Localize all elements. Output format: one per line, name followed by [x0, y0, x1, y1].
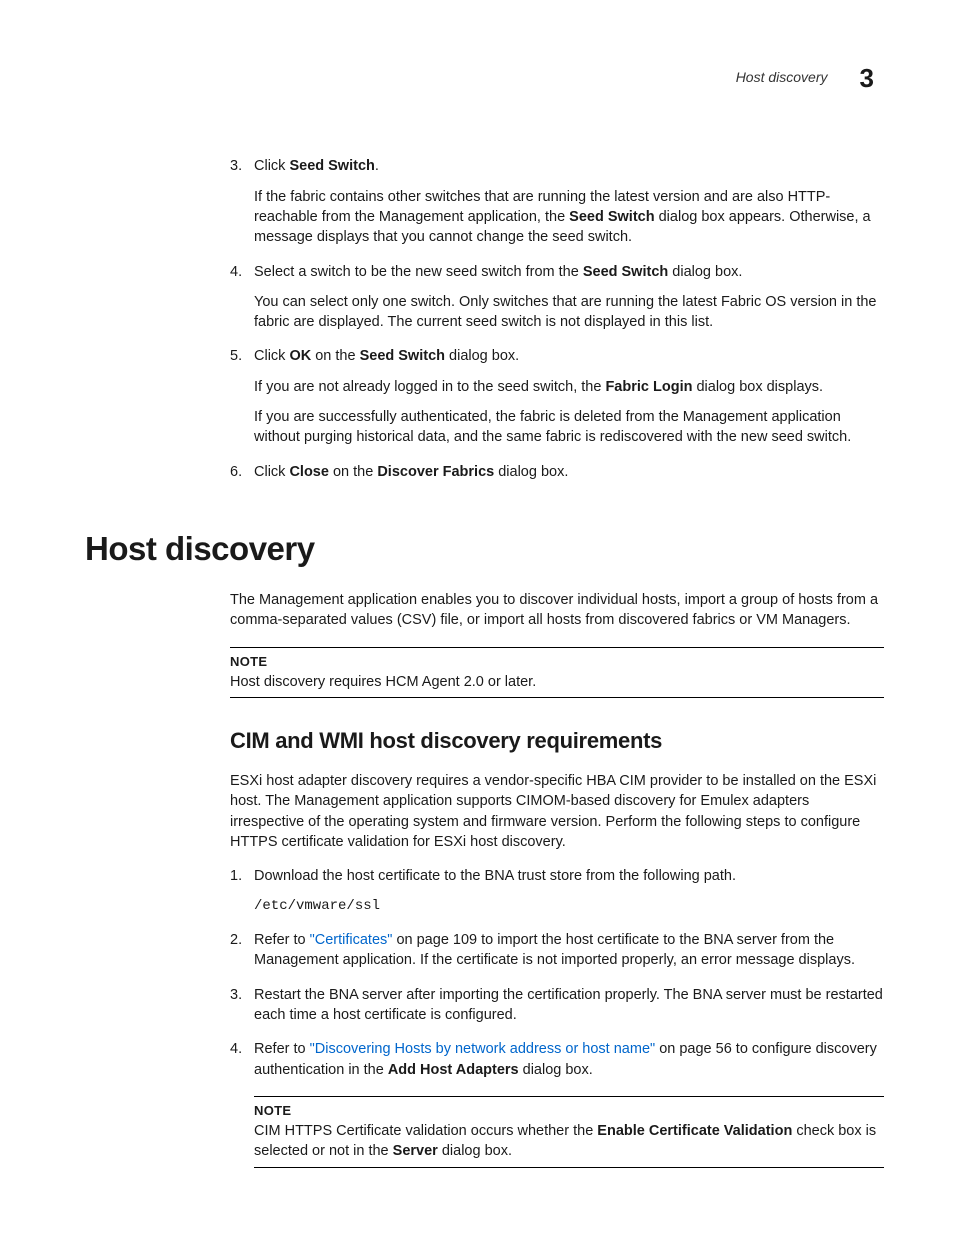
step-4: 4. Select a switch to be the new seed sw…	[230, 262, 884, 282]
note-label: NOTE	[254, 1102, 884, 1120]
step-number: 3.	[230, 156, 254, 176]
note-text: Host discovery requires HCM Agent 2.0 or…	[230, 672, 884, 692]
text: dialog box.	[445, 348, 519, 364]
enable-cert-validation-label: Enable Certificate Validation	[597, 1123, 792, 1139]
text: on the	[311, 348, 359, 364]
text: dialog box.	[519, 1062, 593, 1078]
chapter-number: 3	[860, 63, 874, 93]
close-label: Close	[289, 464, 329, 480]
cim-step-2: 2. Refer to "Certificates" on page 109 t…	[230, 930, 884, 971]
step-6: 6. Click Close on the Discover Fabrics d…	[230, 462, 884, 482]
step-number: 1.	[230, 866, 254, 886]
seed-switch-label: Seed Switch	[569, 209, 654, 225]
step-3-detail: If the fabric contains other switches th…	[254, 187, 884, 248]
certificates-link[interactable]: "Certificates"	[310, 932, 393, 948]
note-text: CIM HTTPS Certificate validation occurs …	[254, 1121, 884, 1162]
step-number: 4.	[230, 1039, 254, 1080]
step-text: Click Seed Switch.	[254, 156, 884, 176]
text: Refer to	[254, 932, 310, 948]
text: CIM HTTPS Certificate validation occurs …	[254, 1123, 597, 1139]
step-3: 3. Click Seed Switch.	[230, 156, 884, 176]
section-heading-host-discovery: Host discovery	[85, 526, 884, 572]
step-text: Click Close on the Discover Fabrics dial…	[254, 462, 884, 482]
seed-switch-label: Seed Switch	[360, 348, 445, 364]
cim-step-3: 3. Restart the BNA server after importin…	[230, 985, 884, 1026]
subsection-heading-cim-wmi: CIM and WMI host discovery requirements	[230, 726, 884, 757]
text: dialog box.	[668, 264, 742, 280]
note-box-2: NOTE CIM HTTPS Certificate validation oc…	[254, 1096, 884, 1168]
fabric-login-label: Fabric Login	[605, 379, 692, 395]
cim-intro-paragraph: ESXi host adapter discovery requires a v…	[230, 771, 884, 852]
text: Click	[254, 158, 289, 174]
intro-paragraph: The Management application enables you t…	[230, 590, 884, 631]
step-text: Refer to "Discovering Hosts by network a…	[254, 1039, 884, 1080]
ok-label: OK	[289, 348, 311, 364]
step-number: 5.	[230, 346, 254, 366]
step-text: Restart the BNA server after importing t…	[254, 985, 884, 1026]
cim-step-1: 1. Download the host certificate to the …	[230, 866, 884, 886]
text: Select a switch to be the new seed switc…	[254, 264, 583, 280]
server-label: Server	[393, 1143, 438, 1159]
text: dialog box.	[494, 464, 568, 480]
text: Refer to	[254, 1041, 310, 1057]
text: dialog box.	[438, 1143, 512, 1159]
step-number: 4.	[230, 262, 254, 282]
note-label: NOTE	[230, 653, 884, 671]
step-text: Click OK on the Seed Switch dialog box.	[254, 346, 884, 366]
text: If you are not already logged in to the …	[254, 379, 605, 395]
discover-fabrics-label: Discover Fabrics	[377, 464, 494, 480]
step-4-detail: You can select only one switch. Only swi…	[254, 292, 884, 333]
step-text: Refer to "Certificates" on page 109 to i…	[254, 930, 884, 971]
header-title: Host discovery	[736, 69, 828, 85]
seed-switch-label: Seed Switch	[583, 264, 668, 280]
note-box-1: NOTE Host discovery requires HCM Agent 2…	[230, 647, 884, 698]
step-text: Download the host certificate to the BNA…	[254, 866, 884, 886]
code-path: /etc/vmware/ssl	[254, 897, 884, 917]
step-number: 2.	[230, 930, 254, 971]
discovering-hosts-link[interactable]: "Discovering Hosts by network address or…	[310, 1041, 656, 1057]
text: Click	[254, 348, 289, 364]
step-5: 5. Click OK on the Seed Switch dialog bo…	[230, 346, 884, 366]
cim-step-4: 4. Refer to "Discovering Hosts by networ…	[230, 1039, 884, 1080]
step-text: Select a switch to be the new seed switc…	[254, 262, 884, 282]
text: on the	[329, 464, 377, 480]
step-number: 3.	[230, 985, 254, 1026]
step-5-detail-1: If you are not already logged in to the …	[254, 377, 884, 397]
text: dialog box displays.	[692, 379, 823, 395]
step-5-detail-2: If you are successfully authenticated, t…	[254, 407, 884, 448]
step-number: 6.	[230, 462, 254, 482]
page-header: Host discovery 3	[85, 60, 884, 96]
add-host-adapters-label: Add Host Adapters	[388, 1062, 519, 1078]
text: .	[375, 158, 379, 174]
seed-switch-label: Seed Switch	[289, 158, 374, 174]
text: Click	[254, 464, 289, 480]
